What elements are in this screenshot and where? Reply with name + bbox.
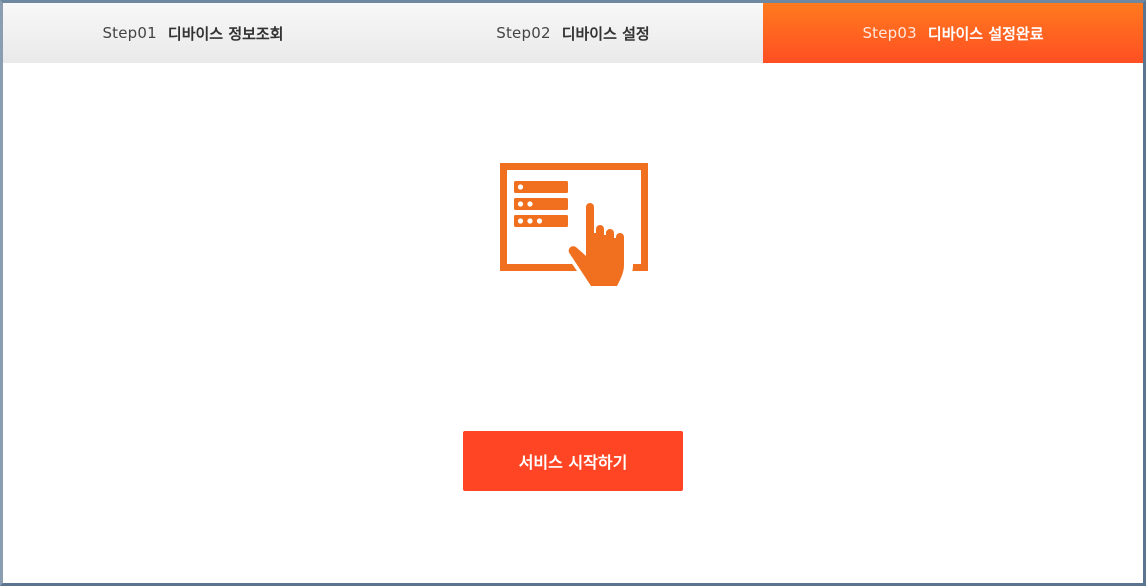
app-window: Step01 디바이스 정보조회 Step02 디바이스 설정 Step03 디… [0,0,1146,586]
step-1-number: Step01 [102,24,157,42]
start-service-button[interactable]: 서비스 시작하기 [463,431,683,491]
step-3-title: 디바이스 설정완료 [927,24,1044,43]
step-1: Step01 디바이스 정보조회 [3,3,383,63]
step-2-title: 디바이스 설정 [561,24,650,43]
step-3-number: Step03 [862,24,917,42]
step-3-active: Step03 디바이스 설정완료 [763,3,1143,63]
step-2: Step02 디바이스 설정 [383,3,763,63]
step-1-title: 디바이스 정보조회 [167,24,284,43]
step-2-number: Step02 [496,24,551,42]
step-progress-bar: Step01 디바이스 정보조회 Step02 디바이스 설정 Step03 디… [3,3,1143,63]
device-touch-icon [498,161,654,289]
